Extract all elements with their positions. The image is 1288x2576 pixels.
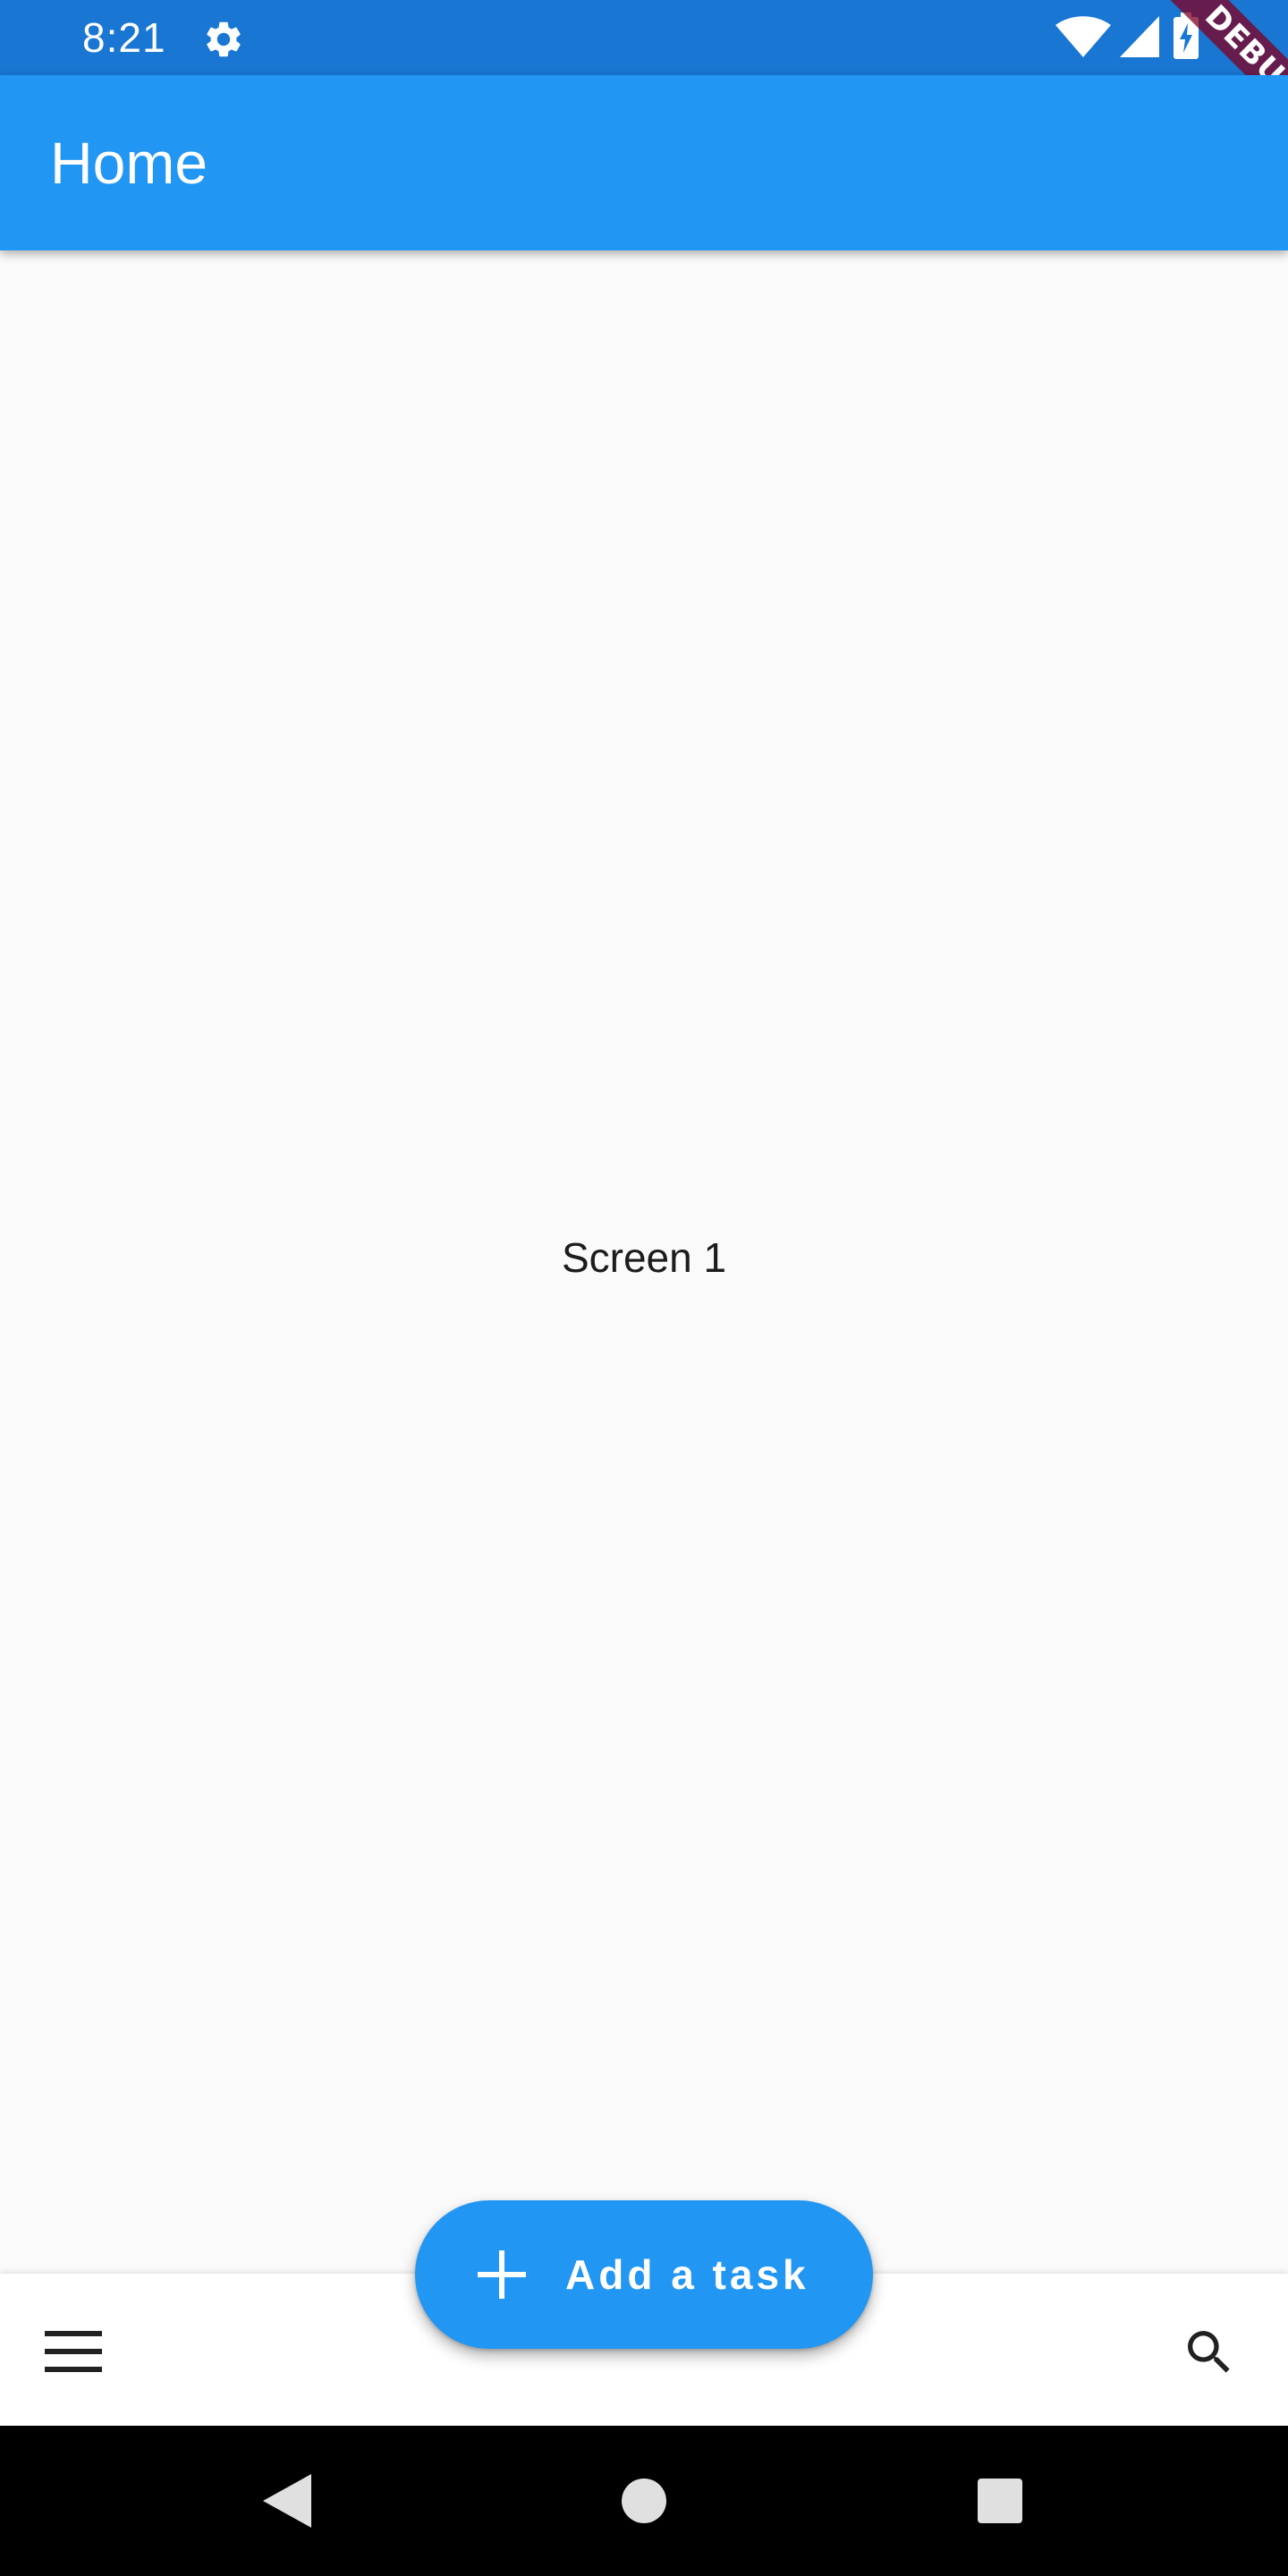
back-icon[interactable] <box>259 2472 313 2529</box>
screen-label: Screen 1 <box>561 1234 727 1281</box>
system-nav-bar <box>0 2426 1288 2576</box>
page-title: Home <box>50 130 208 196</box>
status-icons <box>1055 0 1288 75</box>
search-icon <box>1188 2331 1230 2373</box>
wifi-icon <box>1055 16 1111 57</box>
menu-icon <box>45 2331 102 2372</box>
plus-icon <box>478 2250 526 2299</box>
status-bar: 8:21 <box>0 0 1288 75</box>
add-task-label: Add a task <box>565 2251 809 2298</box>
status-time: 8:21 <box>82 14 166 61</box>
add-task-button[interactable]: Add a task <box>415 2200 873 2349</box>
content-area: Screen 1 <box>0 250 1288 2274</box>
search-button[interactable] <box>1166 2309 1252 2395</box>
app-bar: Home <box>0 75 1288 250</box>
battery-charging-icon <box>1174 13 1199 59</box>
cell-signal-icon <box>1120 16 1159 57</box>
menu-button[interactable] <box>30 2309 116 2395</box>
gear-icon <box>207 21 241 57</box>
recents-icon[interactable] <box>977 2478 1023 2524</box>
home-icon[interactable] <box>621 2478 667 2524</box>
